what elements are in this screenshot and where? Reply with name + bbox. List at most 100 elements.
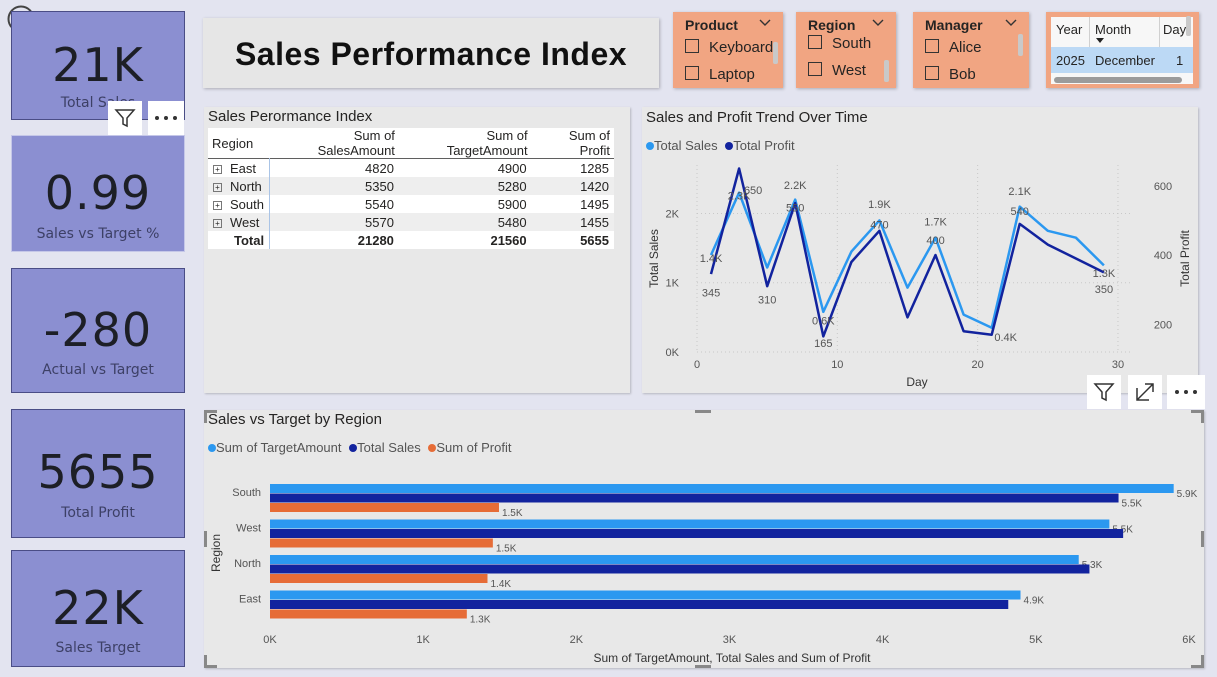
resize-handle[interactable] [204, 410, 217, 423]
slicer-option-laptop[interactable]: Laptop [685, 66, 755, 83]
checkbox[interactable] [685, 66, 699, 80]
scrollbar[interactable] [773, 42, 778, 64]
row-header[interactable]: + East [208, 158, 271, 177]
scrollbar[interactable] [1018, 34, 1023, 56]
expand-icon[interactable]: + [213, 218, 222, 228]
line-chart[interactable]: 0K 1K 2K 0 10 20 30 200 400 600 Day Total Sales Tota… [642, 107, 1198, 393]
expand-icon[interactable]: + [213, 182, 222, 192]
data-label: 345 [702, 288, 720, 300]
bar-chart[interactable]: 0K1K2K3K4K5K6KSouth5.9K5.5K1.5KWest5.5K1… [204, 410, 1204, 668]
resize-handle[interactable] [1191, 655, 1204, 668]
table-row[interactable]: + North 5350 5280 1420 [208, 177, 614, 195]
horizontal-scrollbar[interactable] [1054, 77, 1182, 83]
kpi-card-sales-target[interactable]: 22K Sales Target [11, 550, 185, 667]
resize-handle[interactable] [695, 410, 711, 413]
data-label: 1.4K [490, 579, 511, 590]
vertical-scrollbar[interactable] [1186, 16, 1191, 36]
y2-axis-title: Total Profit [1178, 229, 1192, 286]
kpi-label: Actual vs Target [42, 362, 154, 378]
checkbox[interactable] [808, 62, 822, 76]
kpi-card-actual-vs-target[interactable]: -280 Actual vs Target [11, 268, 185, 393]
column-header-month[interactable]: Month [1095, 22, 1131, 37]
cell-target: 4900 [497, 160, 527, 176]
product-slicer[interactable]: Product Keyboard Laptop [673, 12, 783, 88]
slicer-option-alice[interactable]: Alice [925, 39, 982, 56]
resize-handle[interactable] [695, 665, 711, 668]
chevron-down-icon[interactable] [872, 16, 884, 31]
column-header-sales[interactable]: Sum of SalesAmount [270, 128, 399, 159]
checkbox[interactable] [685, 39, 699, 53]
data-label: 2.2K [784, 180, 807, 192]
date-slicer[interactable]: Year Month Day 2025 December 1 [1046, 12, 1199, 88]
resize-handle[interactable] [1201, 531, 1204, 547]
filter-icon[interactable] [108, 101, 142, 135]
focus-mode-icon[interactable] [1128, 375, 1162, 409]
cell-target: 5900 [497, 196, 527, 212]
column-header-day[interactable]: Day [1163, 22, 1186, 37]
row-header[interactable]: + South [208, 195, 271, 213]
slicer-option-south[interactable]: South [808, 35, 871, 52]
x-tick-label: 1K [416, 634, 430, 646]
column-header-year[interactable]: Year [1056, 22, 1082, 37]
data-label: 165 [814, 338, 832, 350]
slicer-option-keyboard[interactable]: Keyboard [685, 39, 773, 56]
bar-chart-panel[interactable]: Sales vs Target by Region Sum of TargetA… [204, 410, 1204, 668]
line-chart-panel[interactable]: Sales and Profit Trend Over Time Total S… [642, 107, 1198, 393]
row-label: East [230, 160, 257, 176]
checkbox[interactable] [925, 66, 939, 80]
data-label: 1.5K [496, 544, 517, 555]
cell-sales: 5540 [365, 196, 394, 212]
column-header-target[interactable]: Sum of TargetAmount [399, 128, 532, 159]
manager-slicer[interactable]: Manager Alice Bob [913, 12, 1029, 88]
checkbox[interactable] [808, 35, 822, 49]
data-label: 550 [786, 202, 804, 214]
data-label: 540 [1011, 206, 1029, 218]
expand-icon[interactable]: + [213, 200, 222, 210]
scrollbar[interactable] [884, 60, 889, 82]
checkbox[interactable] [925, 39, 939, 53]
cell-month: December [1095, 53, 1155, 68]
table-row[interactable]: + West 5570 5480 1455 [208, 213, 614, 231]
row-label: West [230, 214, 260, 230]
data-label: 0.6K [812, 315, 835, 327]
row-header[interactable]: + West [208, 213, 271, 231]
chevron-down-icon[interactable] [759, 16, 771, 31]
cell-year: 2025 [1056, 53, 1085, 68]
kpi-card-sales-vs-target[interactable]: 0.99 Sales vs Target % [11, 135, 185, 252]
matrix-panel: Sales Perormance Index Region Sum of Sal… [204, 107, 630, 393]
column-header-region[interactable]: Region [208, 128, 270, 159]
data-label: 4.9K [1024, 596, 1045, 607]
table-row[interactable]: + East 4820 4900 1285 [208, 158, 614, 177]
kpi-card-total-profit[interactable]: 5655 Total Profit [11, 409, 185, 538]
resize-handle[interactable] [204, 531, 207, 547]
sales-bar [270, 529, 1124, 538]
x-tick-label: 0 [694, 359, 700, 371]
slicer-option-label: Alice [949, 39, 982, 56]
column-divider [1159, 17, 1160, 47]
row-label: North [230, 178, 262, 194]
data-label: 350 [1095, 284, 1113, 296]
data-label: 5.9K [1177, 489, 1198, 500]
data-label: 400 [926, 235, 944, 247]
slicer-option-bob[interactable]: Bob [925, 66, 976, 83]
target-bar [270, 590, 1021, 600]
kpi-value: 21K [52, 38, 144, 92]
slicer-option-west[interactable]: West [808, 62, 866, 79]
column-header-profit[interactable]: Sum of Profit [532, 128, 614, 159]
chevron-down-icon[interactable] [1005, 16, 1017, 31]
expand-icon[interactable]: + [213, 164, 222, 174]
region-slicer[interactable]: Region South West [796, 12, 896, 88]
resize-handle[interactable] [204, 655, 217, 668]
x-tick-label: 10 [831, 359, 843, 371]
selected-date-row[interactable]: 2025 December 1 [1051, 47, 1193, 73]
row-header[interactable]: + North [208, 177, 271, 195]
total-profit-line [709, 167, 1105, 338]
more-options-icon[interactable] [1167, 375, 1205, 409]
table-row[interactable]: + South 5540 5900 1495 [208, 195, 614, 213]
target-bar [270, 555, 1079, 564]
filter-icon[interactable] [1087, 375, 1121, 409]
slicer-option-label: South [832, 35, 872, 52]
title-box: Sales Performance Index [203, 18, 659, 88]
resize-handle[interactable] [1191, 410, 1204, 423]
more-options-icon[interactable] [148, 101, 184, 135]
